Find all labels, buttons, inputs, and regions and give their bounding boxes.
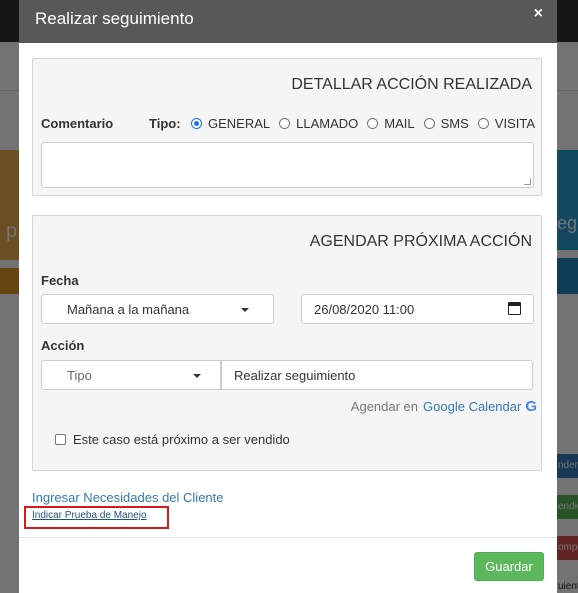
type-radio-llamado[interactable]: LLAMADO — [279, 116, 358, 131]
schedule-action-heading: AGENDAR PRÓXIMA ACCIÓN — [309, 233, 532, 250]
radio-icon[interactable] — [423, 118, 435, 129]
chevron-down-icon — [241, 308, 249, 312]
type-radio-label: LLAMADO — [296, 116, 359, 131]
google-calendar-row: Agendar en Google Calendar G — [351, 398, 537, 415]
type-radio-sms[interactable]: SMS — [423, 116, 469, 131]
detail-action-heading: DETALLAR ACCIÓN REALIZADA — [291, 76, 532, 93]
action-text-value: Realizar seguimiento — [234, 368, 356, 383]
type-radio-mail[interactable]: MAIL — [367, 116, 415, 131]
customer-needs-link[interactable]: Ingresar Necesidades del Cliente — [32, 490, 224, 505]
radio-icon[interactable] — [367, 118, 379, 129]
radio-icon[interactable] — [477, 118, 489, 129]
date-label: Fecha — [41, 273, 79, 288]
type-radio-label: VISITA — [494, 116, 536, 131]
action-type-select[interactable]: Tipo — [41, 360, 221, 390]
action-label: Acción — [41, 338, 85, 353]
type-radio-group: GENERAL LLAMADO MAIL SMS VISITA — [191, 116, 535, 131]
google-calendar-link[interactable]: Google Calendar — [423, 399, 521, 414]
test-drive-link[interactable]: Indicar Prueba de Manejo — [32, 510, 147, 521]
radio-selected-icon[interactable] — [191, 118, 202, 129]
comment-textarea[interactable] — [41, 142, 534, 188]
google-calendar-prefix: Agendar en — [350, 399, 419, 414]
save-button[interactable]: Guardar — [474, 552, 544, 581]
type-radio-label: MAIL — [384, 116, 415, 131]
radio-icon[interactable] — [279, 118, 291, 129]
type-radio-label: GENERAL — [208, 116, 271, 131]
type-radio-label: SMS — [440, 116, 469, 131]
modal-title: Realizar seguimiento — [35, 9, 194, 28]
date-preset-value: Mañana a la mañana — [67, 302, 190, 317]
chevron-down-icon — [193, 374, 201, 378]
near-sale-checkbox-row[interactable]: Este caso está próximo a ser vendido — [55, 432, 290, 447]
near-sale-checkbox[interactable] — [55, 434, 66, 445]
detail-action-panel: DETALLAR ACCIÓN REALIZADA Comentario Tip… — [32, 58, 542, 196]
follow-up-modal: Realizar seguimiento × DETALLAR ACCIÓN R… — [19, 0, 557, 593]
close-icon[interactable]: × — [534, 5, 543, 23]
action-text-input[interactable]: Realizar seguimiento — [221, 360, 533, 390]
google-icon[interactable]: G — [525, 398, 537, 415]
datetime-input[interactable]: 26/08/2020 11:00 — [301, 294, 534, 324]
modal-header: Realizar seguimiento × — [19, 0, 557, 43]
date-preset-select[interactable]: Mañana a la mañana — [41, 294, 274, 324]
calendar-icon[interactable] — [508, 302, 521, 315]
type-label: Tipo: — [149, 116, 181, 131]
footer-divider — [19, 537, 557, 538]
schedule-action-panel: AGENDAR PRÓXIMA ACCIÓN Fecha Mañana a la… — [32, 215, 542, 471]
comment-label: Comentario — [41, 116, 114, 131]
type-radio-visita[interactable]: VISITA — [477, 116, 536, 131]
near-sale-label: Este caso está próximo a ser vendido — [73, 432, 290, 447]
resize-handle-icon[interactable] — [524, 178, 531, 185]
datetime-value: 26/08/2020 11:00 — [314, 302, 415, 317]
action-type-placeholder: Tipo — [67, 368, 92, 383]
type-radio-general[interactable]: GENERAL — [191, 116, 270, 131]
